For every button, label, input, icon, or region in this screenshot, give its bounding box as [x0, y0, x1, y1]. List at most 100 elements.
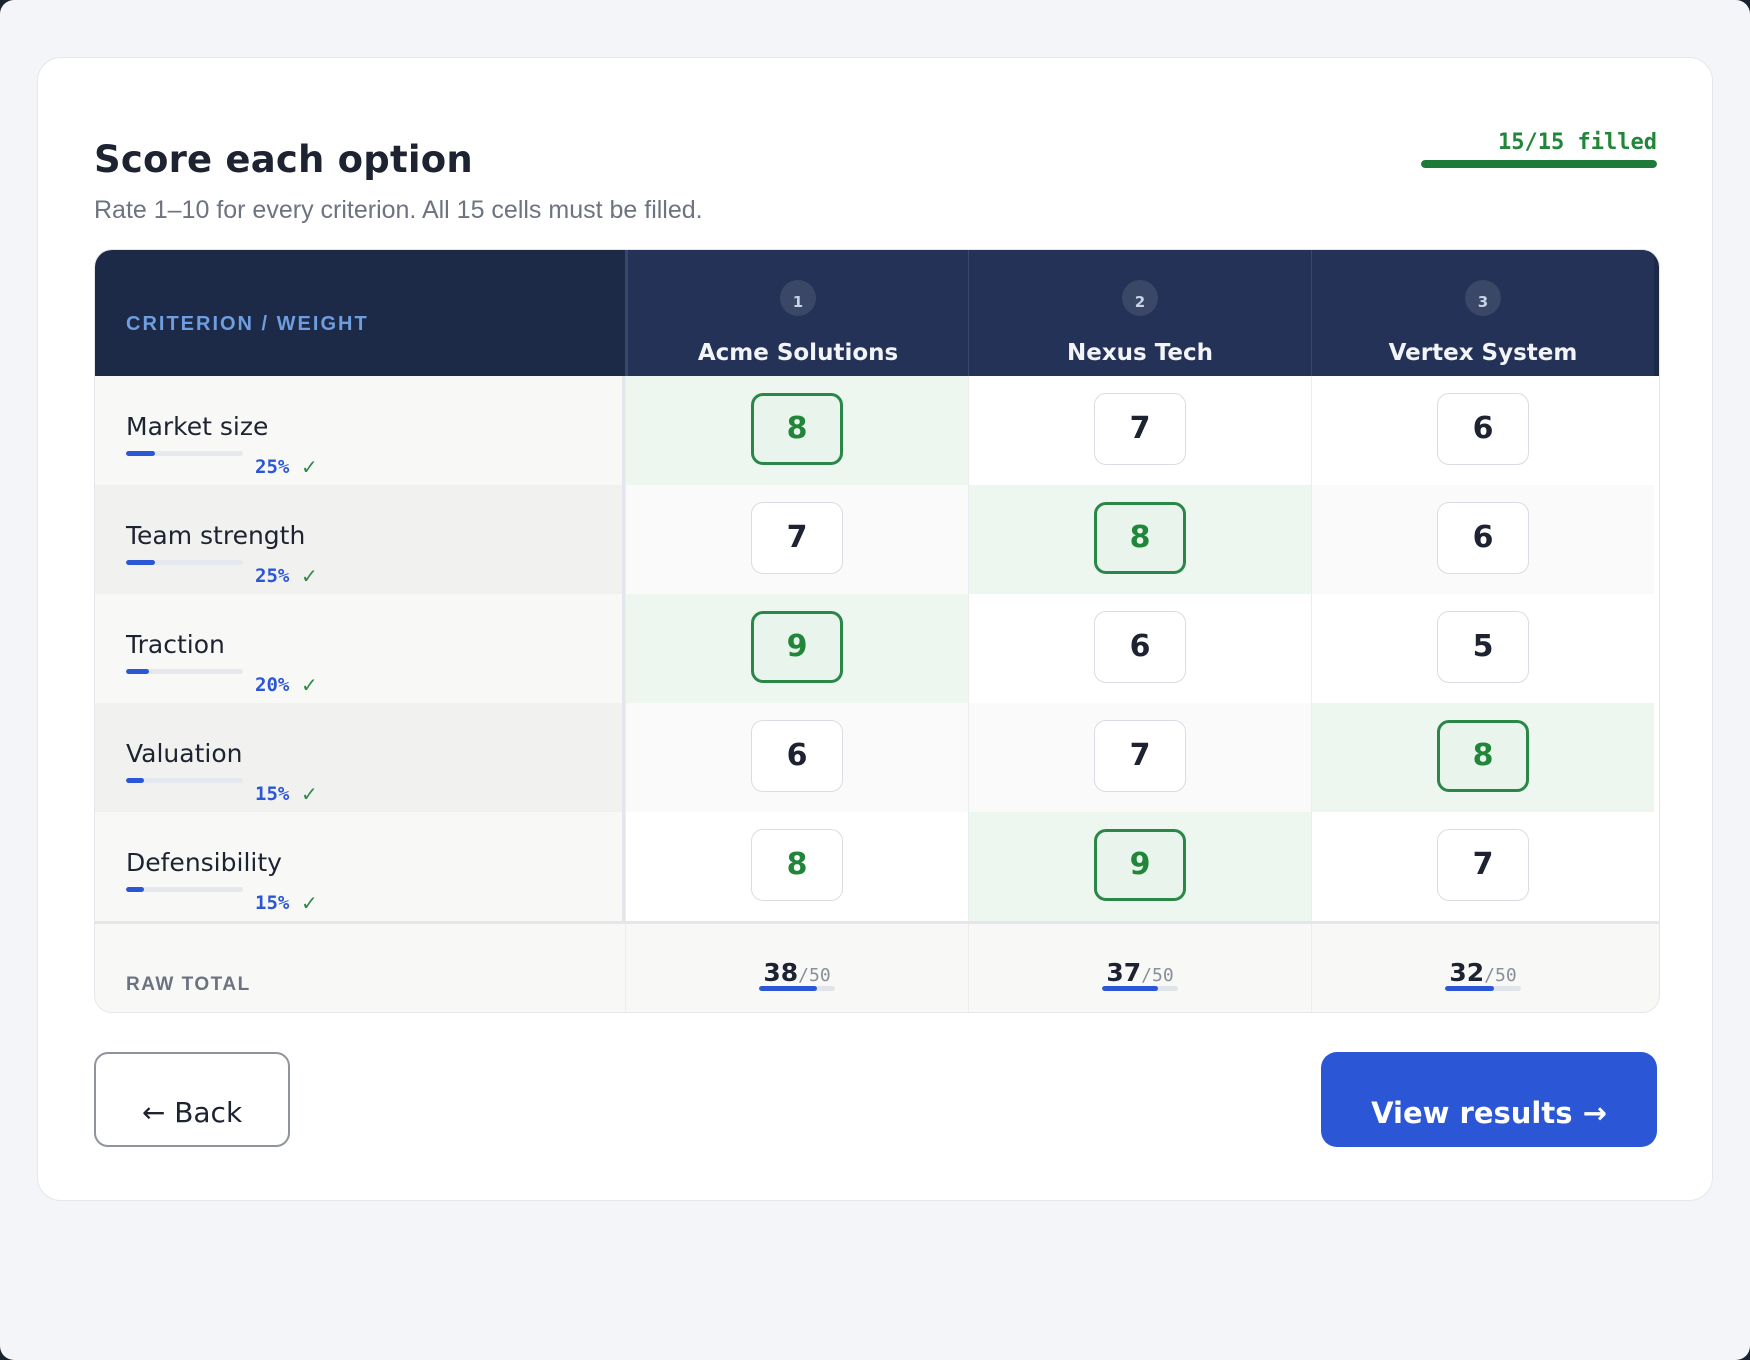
score-input[interactable]: 6 [1437, 393, 1529, 465]
score-input[interactable]: 5 [1437, 611, 1529, 683]
check-icon: ✓ [301, 564, 318, 588]
criterion-name: Valuation [126, 739, 243, 768]
criterion-name: Traction [126, 630, 225, 659]
criterion-row: Valuation 15% ✓ 6 7 8 [95, 703, 1659, 812]
option-header-1: 1 Acme Solutions [625, 250, 968, 376]
score-input[interactable]: 8 [1094, 502, 1186, 574]
option-name: Nexus Tech [1067, 340, 1213, 366]
score-cell: 8 [1311, 703, 1654, 812]
total-bar [1445, 986, 1521, 991]
score-cell: 7 [968, 376, 1311, 485]
criterion-row: Team strength 25% ✓ 7 8 6 [95, 485, 1659, 594]
score-cell: 9 [968, 812, 1311, 921]
criterion-row: Traction 20% ✓ 9 6 5 [95, 594, 1659, 703]
score-input[interactable]: 7 [1094, 393, 1186, 465]
score-cell: 9 [625, 594, 968, 703]
total-bar-fill [1445, 986, 1494, 991]
totals-row: RAW TOTAL 38/50 37/50 32/50 [95, 921, 1659, 1012]
criterion-row: Market size 25% ✓ 8 7 6 [95, 376, 1659, 485]
criterion-cell: Valuation 15% ✓ [95, 703, 625, 812]
total-bar-fill [759, 986, 817, 991]
total-bar [1102, 986, 1178, 991]
score-cell: 5 [1311, 594, 1654, 703]
check-icon: ✓ [301, 455, 318, 479]
score-cell: 6 [1311, 485, 1654, 594]
option-number-badge: 2 [1122, 280, 1158, 316]
total-bar-fill [1102, 986, 1159, 991]
score-input[interactable]: 6 [1437, 502, 1529, 574]
score-input[interactable]: 7 [1094, 720, 1186, 792]
page-subtitle: Rate 1–10 for every criterion. All 15 ce… [94, 196, 703, 224]
weight-bar [126, 669, 243, 674]
criterion-weight: 25% [255, 456, 290, 478]
total-cell: 37/50 [968, 924, 1311, 1012]
criterion-row: Defensibility 15% ✓ 8 9 7 [95, 812, 1659, 921]
score-input[interactable]: 7 [751, 502, 843, 574]
score-input[interactable]: 8 [1437, 720, 1529, 792]
total-max: /50 [1484, 965, 1517, 986]
option-name: Vertex System [1388, 340, 1578, 366]
total-cell: 32/50 [1311, 924, 1654, 1012]
weight-bar [126, 778, 243, 783]
option-header-2: 2 Nexus Tech [968, 250, 1311, 376]
criterion-name: Market size [126, 412, 269, 441]
weight-bar-fill [126, 451, 156, 456]
view-results-button[interactable]: View results → [1321, 1052, 1657, 1147]
back-button[interactable]: ← Back [94, 1052, 290, 1147]
progress-label: 15/15 filled [1498, 130, 1657, 155]
score-input[interactable]: 6 [1094, 611, 1186, 683]
total-max: /50 [798, 965, 831, 986]
weight-bar [126, 887, 243, 892]
score-input[interactable]: 9 [1094, 829, 1186, 901]
weight-bar-fill [126, 560, 156, 565]
weight-bar-fill [126, 887, 144, 892]
score-input[interactable]: 8 [751, 829, 843, 901]
score-input[interactable]: 9 [751, 611, 843, 683]
score-cell: 8 [625, 376, 968, 485]
weight-bar-fill [126, 669, 150, 674]
criterion-cell: Team strength 25% ✓ [95, 485, 625, 594]
score-input[interactable]: 8 [751, 393, 843, 465]
table-header: CRITERION / WEIGHT 1 Acme Solutions 2 Nexus… [95, 250, 1659, 376]
weight-bar [126, 560, 243, 565]
total-score: 38 [763, 958, 799, 987]
score-cell: 8 [968, 485, 1311, 594]
page-title: Score each option [94, 138, 473, 181]
score-cell: 6 [625, 703, 968, 812]
option-number-badge: 1 [780, 280, 816, 316]
progress-track [1421, 160, 1657, 168]
check-icon: ✓ [301, 673, 318, 697]
score-table: CRITERION / WEIGHT 1 Acme Solutions 2 Nexus… [94, 249, 1660, 1013]
criterion-column-header: CRITERION / WEIGHT [126, 313, 369, 335]
total-score: 32 [1449, 958, 1485, 987]
screen: Score each option Rate 1–10 for every cr… [0, 0, 1750, 1360]
total-value: 37/50 [969, 958, 1311, 987]
score-input[interactable]: 6 [751, 720, 843, 792]
criterion-weight: 20% [255, 674, 290, 696]
total-value: 38/50 [626, 958, 968, 987]
total-max: /50 [1141, 965, 1174, 986]
criterion-cell: Defensibility 15% ✓ [95, 812, 625, 921]
progress-fill [1421, 160, 1657, 168]
option-header-3: 3 Vertex System [1311, 250, 1654, 376]
total-bar [759, 986, 835, 991]
criterion-weight: 25% [255, 565, 290, 587]
score-cell: 7 [968, 703, 1311, 812]
criterion-weight: 15% [255, 892, 290, 914]
weight-bar [126, 451, 243, 456]
option-name: Acme Solutions [697, 340, 899, 366]
criterion-name: Defensibility [126, 848, 282, 877]
score-cell: 7 [1311, 812, 1654, 921]
total-score: 37 [1106, 958, 1142, 987]
score-cell: 6 [1311, 376, 1654, 485]
score-cell: 7 [625, 485, 968, 594]
fill-progress: 15/15 filled [1421, 130, 1657, 168]
totals-label: RAW TOTAL [126, 974, 251, 995]
score-input[interactable]: 7 [1437, 829, 1529, 901]
criterion-weight: 15% [255, 783, 290, 805]
scoring-card: Score each option Rate 1–10 for every cr… [37, 57, 1713, 1201]
score-cell: 8 [625, 812, 968, 921]
criterion-cell: Traction 20% ✓ [95, 594, 625, 703]
score-cell: 6 [968, 594, 1311, 703]
criterion-name: Team strength [126, 521, 306, 550]
